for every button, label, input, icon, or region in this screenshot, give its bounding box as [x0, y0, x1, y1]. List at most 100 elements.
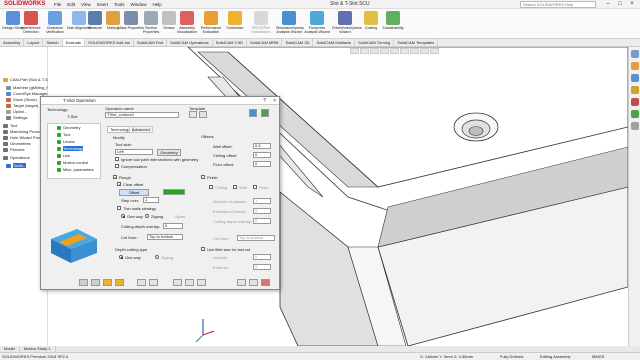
exit-button[interactable]: [237, 279, 246, 286]
simulationxpress-button[interactable]: SimulationXpress Analysis Wizard: [276, 11, 304, 34]
gcode-button[interactable]: [103, 279, 112, 286]
zoom-area-icon[interactable]: [360, 48, 369, 54]
cutting-depth-overlap-input[interactable]: 0: [163, 223, 183, 229]
rough-checkbox[interactable]: ✓: [113, 175, 117, 180]
interference-detection-button[interactable]: Interference Detection: [18, 11, 44, 34]
previous-view-icon[interactable]: [370, 48, 379, 54]
menu-help[interactable]: Help: [153, 2, 162, 7]
menu-insert[interactable]: Insert: [97, 2, 108, 7]
template-icon[interactable]: [261, 109, 269, 117]
menu-tools[interactable]: Tools: [114, 2, 125, 7]
clearance-verification-button[interactable]: Clearance Verification: [42, 11, 68, 34]
hide-show-icon[interactable]: [410, 48, 419, 54]
close-icon[interactable]: ×: [626, 0, 638, 9]
tree-item-machining-process[interactable]: Machining Process: [3, 129, 44, 134]
preview-button[interactable]: [185, 279, 194, 286]
zoom-fit-icon[interactable]: [350, 48, 359, 54]
status-units[interactable]: MMGS: [592, 353, 604, 360]
file-explorer-icon[interactable]: [630, 86, 639, 94]
tree-item-pictures[interactable]: Pictures: [3, 147, 24, 152]
tab-solidcam-mrm[interactable]: SolidCAM MRM: [247, 39, 283, 46]
section-view-icon[interactable]: [380, 48, 389, 54]
floor-offset-input[interactable]: 0: [253, 161, 271, 167]
tab-solidcam-operations[interactable]: SolidCAM Operations: [167, 39, 213, 46]
finish-floor-checkbox[interactable]: [253, 185, 257, 189]
nav-motion-control[interactable]: Motion control: [57, 160, 88, 165]
performance-evaluation-button[interactable]: Performance Evaluation: [198, 11, 224, 34]
tab-solidcam-templates[interactable]: SolidCAM Templates: [394, 39, 439, 46]
tab-advanced[interactable]: Advanced: [129, 126, 153, 133]
depth-zigzag-radio[interactable]: [155, 255, 159, 259]
internal-input[interactable]: 0: [253, 254, 271, 260]
tree-item-target[interactable]: Target (target): [6, 103, 38, 108]
menu-view[interactable]: View: [81, 2, 91, 7]
geometry-button[interactable]: Geometry: [157, 149, 181, 156]
tab-addins[interactable]: SOLIDWORKS Add-Ins: [85, 39, 134, 46]
scene-icon[interactable]: [430, 48, 439, 54]
driveworksxpress-button[interactable]: DriveWorksXpress Wizard: [332, 11, 362, 34]
ceiling-offset-input[interactable]: 0: [253, 152, 271, 158]
help-icon[interactable]: ?: [263, 97, 266, 105]
customize-button[interactable]: Customize: [222, 11, 248, 30]
close-icon[interactable]: ×: [273, 97, 276, 105]
custom-properties-icon[interactable]: [630, 122, 639, 130]
resources-icon[interactable]: [630, 62, 639, 70]
cut-from-select[interactable]: Top to bottom: [147, 234, 183, 240]
maximize-icon[interactable]: □: [614, 0, 626, 9]
ignore-intersections-checkbox[interactable]: [115, 157, 119, 161]
template-save-button[interactable]: [199, 111, 207, 118]
depth-one-way-radio[interactable]: [119, 255, 123, 259]
arrow-button[interactable]: [197, 279, 206, 286]
nav-geometry[interactable]: Geometry: [57, 125, 81, 130]
gcode-generate-button[interactable]: [137, 279, 146, 286]
appearances-icon[interactable]: [630, 110, 639, 118]
undo-button[interactable]: [249, 279, 258, 286]
tab-sketch[interactable]: Sketch: [43, 39, 63, 46]
menu-window[interactable]: Window: [131, 2, 147, 7]
assembly-visualization-button[interactable]: Assembly Visualization: [174, 11, 200, 34]
offset-color-field[interactable]: [163, 189, 185, 195]
tab-solidcam-multiaxis[interactable]: SolidCAM Multiaxis: [313, 39, 355, 46]
tab-solidcam-3d[interactable]: SolidCAM 3D: [282, 39, 314, 46]
help-search-input[interactable]: Search SOLIDWORKS Help: [520, 1, 596, 8]
tab-solidcam-part[interactable]: SolidCAM Part: [134, 39, 168, 46]
save-calculate-button[interactable]: [79, 279, 88, 286]
finish-ceiling-checkbox[interactable]: [209, 185, 213, 189]
sustainability-button[interactable]: Sustainability: [380, 11, 406, 30]
view-palette-icon[interactable]: [630, 98, 639, 106]
tab-evaluate[interactable]: Evaluate: [62, 39, 86, 46]
tab-solidcam-25d[interactable]: SolidCAM 2.5D: [213, 39, 248, 46]
tab-assembly[interactable]: Assembly: [0, 39, 25, 46]
gcode-list-button[interactable]: [149, 279, 158, 286]
exit-save-button[interactable]: [261, 279, 270, 286]
tab-solidcam-turning[interactable]: SolidCAM Turning: [355, 39, 395, 46]
extension-input[interactable]: 0: [253, 208, 271, 214]
tab-layout[interactable]: Layout: [24, 39, 44, 46]
floxpress-button[interactable]: FloXpress Analysis Wizard: [304, 11, 330, 34]
appearance-icon[interactable]: [420, 48, 429, 54]
template-open-button[interactable]: [189, 111, 197, 118]
step-over-input[interactable]: 1: [143, 197, 159, 203]
zigzag-radio[interactable]: [145, 214, 149, 218]
num-passes-input[interactable]: 1: [253, 198, 271, 204]
compensation-checkbox[interactable]: [115, 164, 119, 168]
nav-tool[interactable]: Tool: [57, 132, 70, 137]
finish-cut-from-select[interactable]: Top to bottom: [237, 235, 275, 241]
finish-wall-checkbox[interactable]: [233, 185, 237, 189]
offset-button[interactable]: Offset: [119, 189, 149, 196]
nav-misc-parameters[interactable]: Misc. parameters: [57, 167, 94, 172]
tree-item-update[interactable]: Updat...: [6, 109, 27, 114]
tree-item-stock[interactable]: Stock (Stock): [6, 97, 37, 102]
wall-offset-input[interactable]: 0.5: [253, 143, 271, 149]
view-orientation-icon[interactable]: [390, 48, 399, 54]
home-icon[interactable]: [630, 50, 639, 58]
info-button[interactable]: [173, 279, 182, 286]
one-way-radio[interactable]: [121, 214, 125, 218]
tree-item-tool[interactable]: Tool: [3, 123, 17, 128]
finish-checkbox[interactable]: [201, 175, 205, 179]
solidworks-logo[interactable]: SOLIDWORKS: [0, 1, 54, 7]
simulate-button[interactable]: [91, 279, 100, 286]
finish-overlap-input[interactable]: 0: [253, 218, 271, 224]
external-input[interactable]: 0: [253, 264, 271, 270]
thin-walls-checkbox[interactable]: [117, 206, 121, 210]
